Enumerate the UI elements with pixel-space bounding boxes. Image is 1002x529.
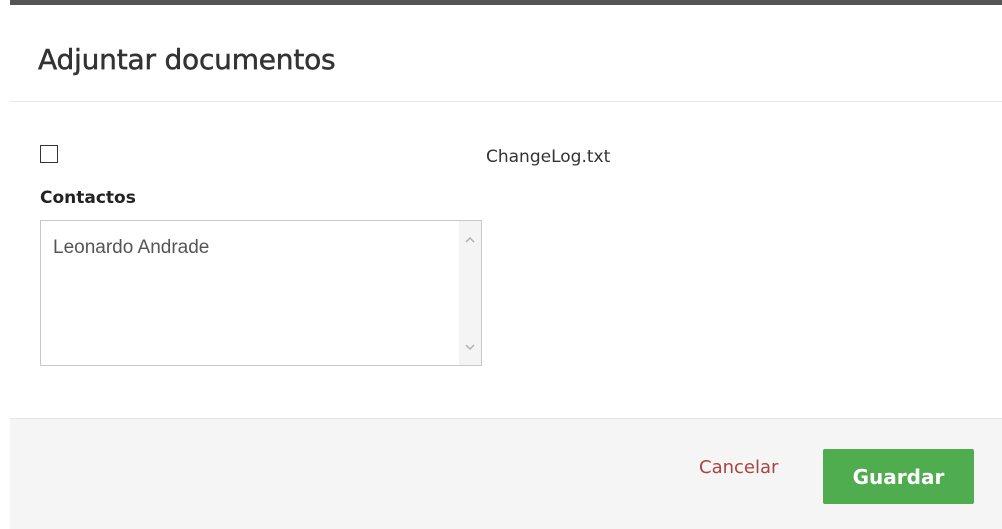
dialog-title: Adjuntar documentos [38, 43, 336, 77]
dialog-footer: Cancelar Guardar [10, 418, 1002, 529]
contacts-label: Contactos [40, 188, 136, 208]
chevron-down-icon[interactable] [459, 337, 481, 357]
contact-option[interactable]: Leonardo Andrade [53, 237, 209, 259]
attachment-filename: ChangeLog.txt [486, 147, 611, 167]
dialog-body: ChangeLog.txt Contactos Leonardo Andrade [10, 102, 1002, 418]
attach-documents-dialog: Adjuntar documentos ChangeLog.txt Contac… [0, 0, 1002, 529]
attachment-checkbox[interactable] [40, 145, 58, 163]
dialog-header: Adjuntar documentos [10, 5, 1002, 102]
contacts-listbox[interactable]: Leonardo Andrade [40, 220, 482, 366]
cancel-button[interactable]: Cancelar [699, 457, 778, 478]
save-button[interactable]: Guardar [823, 449, 974, 504]
listbox-scrollbar[interactable] [459, 221, 481, 365]
chevron-up-icon[interactable] [459, 229, 481, 249]
